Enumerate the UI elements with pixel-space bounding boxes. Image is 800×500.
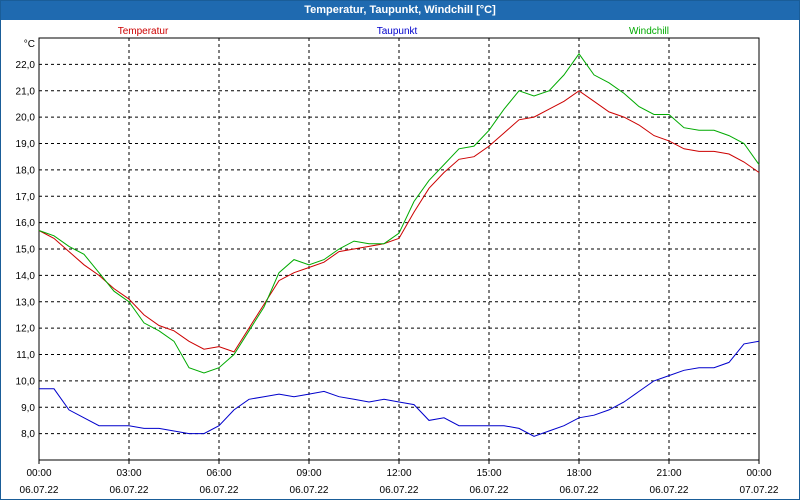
x-tick-time: 06:00 [206, 468, 231, 479]
legend-label-temperatur: Temperatur [118, 26, 169, 37]
y-tick-label: 12,0 [16, 324, 36, 335]
x-tick-time: 12:00 [386, 468, 411, 479]
y-tick-label: 22,0 [16, 60, 36, 71]
x-tick-time: 21:00 [656, 468, 681, 479]
y-tick-label: 14,0 [16, 271, 36, 282]
y-tick-label: 20,0 [16, 113, 36, 124]
legend-label-windchill: Windchill [629, 26, 669, 37]
x-tick-time: 03:00 [116, 468, 141, 479]
x-tick-date: 06.07.22 [650, 485, 689, 496]
x-tick-date: 06.07.22 [290, 485, 329, 496]
y-tick-label: 8,0 [21, 429, 35, 440]
x-tick-time: 00:00 [746, 468, 771, 479]
y-tick-label: 16,0 [16, 218, 36, 229]
x-tick-time: 09:00 [296, 468, 321, 479]
y-tick-label: 10,0 [16, 376, 36, 387]
x-tick-time: 00:00 [26, 468, 51, 479]
y-tick-label: 13,0 [16, 297, 36, 308]
y-tick-label: 15,0 [16, 245, 36, 256]
x-tick-date: 06.07.22 [20, 485, 59, 496]
x-tick-date: 06.07.22 [380, 485, 419, 496]
y-tick-label: 21,0 [16, 86, 36, 97]
x-tick-time: 15:00 [476, 468, 501, 479]
x-tick-date: 06.07.22 [560, 485, 599, 496]
y-tick-label: 17,0 [16, 192, 36, 203]
line-chart: 8,0 9,0 10,0 11,0 12,0 13,0 14,0 15,0 16,0 17,0 18… [16, 26, 779, 496]
x-tick-date: 06.07.22 [110, 485, 149, 496]
x-tick-date: 06.07.22 [470, 485, 509, 496]
y-tick-label: 18,0 [16, 165, 36, 176]
y-axis-label: °C [24, 39, 35, 50]
x-tick-date: 06.07.22 [200, 485, 239, 496]
y-tick-label: 11,0 [16, 350, 35, 361]
y-tick-label: 9,0 [21, 403, 35, 414]
legend-label-taupunkt: Taupunkt [377, 26, 418, 37]
x-tick-date: 07.07.22 [740, 485, 779, 496]
x-tick-time: 18:00 [566, 468, 591, 479]
y-tick-label: 19,0 [16, 139, 36, 150]
